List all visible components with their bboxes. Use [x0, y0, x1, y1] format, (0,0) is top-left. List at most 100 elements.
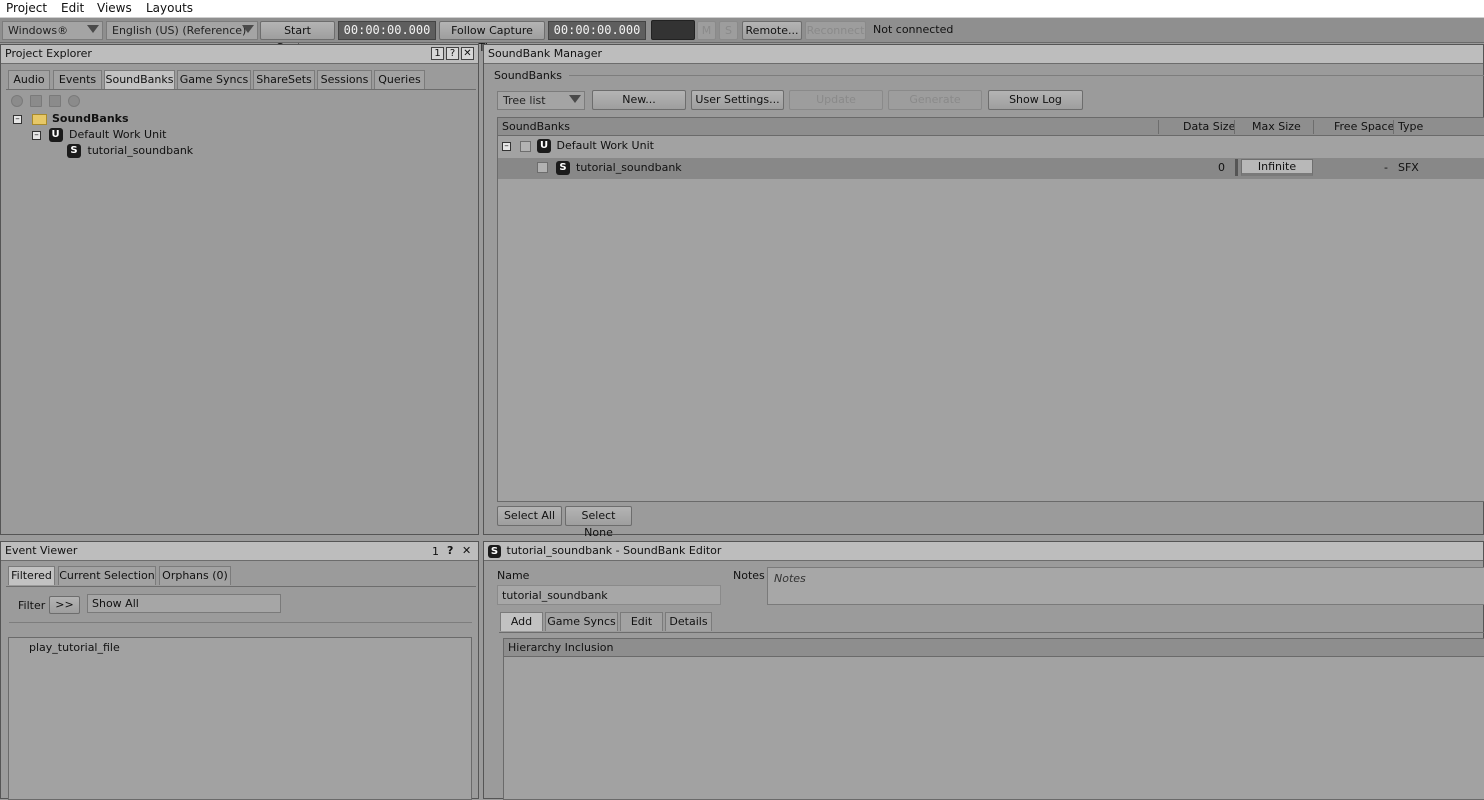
collapse-icon[interactable]: – — [502, 141, 511, 151]
platform-select[interactable]: Windows® — [2, 21, 103, 40]
event-viewer-panel: Event Viewer 1 ? ✕ Filtered Current Sele… — [0, 541, 479, 800]
tree-work-unit-label: Default Work Unit — [69, 128, 167, 141]
add-folder-icon[interactable] — [30, 95, 42, 107]
table-row[interactable]: S tutorial_soundbank 0 Infinite - SFX — [498, 158, 1484, 179]
filter-input[interactable]: Show All — [87, 594, 281, 613]
notes-field[interactable]: Notes — [767, 567, 1484, 605]
tab-add[interactable]: Add — [500, 612, 543, 631]
tab-edit[interactable]: Edit — [620, 612, 663, 631]
soundbank-editor-panel: S tutorial_soundbank - SoundBank Editor … — [483, 541, 1484, 800]
row-data-size: 0 — [1218, 161, 1225, 174]
chevron-down-icon — [569, 95, 581, 103]
capture-timer: 00:00:00.000 — [338, 21, 436, 40]
col-max-size[interactable]: Max Size — [1252, 118, 1301, 136]
tab-soundbanks[interactable]: SoundBanks — [104, 70, 175, 89]
col-type[interactable]: Type — [1398, 118, 1423, 136]
help-icon[interactable]: ? — [446, 47, 459, 60]
menu-edit[interactable]: Edit — [61, 1, 84, 15]
panel-title: SoundBank Manager — [488, 47, 602, 60]
collapse-icon[interactable]: – — [32, 130, 41, 140]
add-item-icon[interactable] — [49, 95, 61, 107]
show-log-button[interactable]: Show Log — [988, 90, 1083, 110]
toolbar: Windows® English (US) (Reference) Start … — [0, 18, 1484, 54]
platform-value: Windows® — [8, 24, 69, 37]
help-icon[interactable]: ? — [447, 544, 453, 557]
event-viewer-title: Event Viewer — [1, 542, 478, 561]
update-button[interactable]: Update — [789, 90, 883, 110]
size-gauge — [1235, 159, 1238, 176]
tree-root[interactable]: – SoundBanks — [13, 111, 129, 127]
col-soundbanks[interactable]: SoundBanks — [502, 118, 570, 136]
new-button[interactable]: New... — [592, 90, 686, 110]
tab-filtered[interactable]: Filtered — [8, 566, 55, 585]
soundbank-icon: S — [488, 544, 501, 558]
tab-queries[interactable]: Queries — [374, 70, 425, 89]
list-item[interactable]: play_tutorial_file — [29, 641, 120, 654]
tab-events[interactable]: Events — [53, 70, 102, 89]
mute-button[interactable]: M — [697, 21, 716, 40]
row-name: Default Work Unit — [556, 139, 654, 152]
editor-tabs: Add Game Syncs Edit Details — [499, 612, 1484, 633]
panel-title: Project Explorer — [5, 47, 92, 60]
max-size-field[interactable]: Infinite — [1241, 159, 1313, 176]
language-select[interactable]: English (US) (Reference) — [106, 21, 258, 40]
event-viewer-tabs: Filtered Current Selection Orphans (0) — [6, 566, 476, 587]
col-data-size[interactable]: Data Size — [1183, 118, 1235, 136]
menu-bar: Project Edit Views Layouts — [0, 0, 1484, 18]
tab-details[interactable]: Details — [665, 612, 712, 631]
filter-expand-button[interactable]: >> — [49, 596, 80, 614]
start-capture-button[interactable]: Start Capture — [260, 21, 335, 54]
collapse-icon[interactable]: – — [13, 114, 22, 124]
row-checkbox[interactable] — [519, 140, 531, 152]
remote-button[interactable]: Remote... — [742, 21, 802, 40]
soundbank-list: SoundBanks Data Size Max Size Free Space… — [497, 117, 1484, 502]
tab-game-syncs[interactable]: Game Syncs — [545, 612, 618, 631]
project-explorer-panel: Project Explorer 1 ? ✕ Audio Events Soun… — [0, 44, 479, 535]
language-value: English (US) (Reference) — [112, 24, 247, 37]
menu-project[interactable]: Project — [6, 1, 47, 15]
filter-divider — [9, 622, 472, 623]
chevron-down-icon — [242, 25, 254, 33]
hierarchy-inclusion-list: Hierarchy Inclusion — [503, 638, 1484, 800]
name-field[interactable]: tutorial_soundbank — [497, 585, 721, 605]
solo-button[interactable]: S — [719, 21, 738, 40]
column-divider[interactable] — [1234, 120, 1235, 134]
view-mode-select[interactable]: Tree list — [497, 91, 585, 110]
tab-current-selection[interactable]: Current Selection — [58, 566, 156, 585]
event-list: play_tutorial_file — [8, 637, 472, 800]
select-all-button[interactable]: Select All — [497, 506, 562, 526]
tab-audio[interactable]: Audio — [8, 70, 50, 89]
work-unit-icon: U — [48, 128, 63, 142]
close-icon[interactable]: ✕ — [461, 47, 474, 60]
connection-status: Not connected — [873, 23, 954, 36]
project-explorer-tabs: Audio Events SoundBanks Game Syncs Share… — [6, 70, 476, 90]
close-icon[interactable]: ✕ — [462, 544, 471, 557]
tab-sessions[interactable]: Sessions — [317, 70, 372, 89]
pin-icon[interactable]: 1 — [431, 47, 444, 60]
follow-capture-button[interactable]: Follow Capture Time — [439, 21, 545, 54]
meter-display — [651, 20, 695, 40]
soundbank-manager-panel: SoundBank Manager SoundBanks Tree list N… — [483, 44, 1484, 539]
column-divider[interactable] — [1393, 120, 1394, 134]
follow-timer: 00:00:00.000 — [548, 21, 646, 40]
add-unit-icon[interactable] — [11, 95, 23, 107]
generate-button[interactable]: Generate — [888, 90, 982, 110]
select-none-button[interactable]: Select None — [565, 506, 632, 539]
tab-sharesets[interactable]: ShareSets — [253, 70, 315, 89]
hierarchy-header[interactable]: Hierarchy Inclusion — [504, 639, 1484, 657]
pin-icon[interactable]: 1 — [432, 545, 439, 558]
reconnect-button[interactable]: Reconnect — [805, 21, 866, 40]
tab-orphans[interactable]: Orphans (0) — [159, 566, 231, 585]
row-checkbox[interactable] — [537, 162, 548, 173]
table-row[interactable]: – U Default Work Unit — [502, 138, 654, 154]
user-settings-button[interactable]: User Settings... — [691, 90, 784, 110]
add-soundbank-icon[interactable] — [68, 95, 80, 107]
column-divider[interactable] — [1313, 120, 1314, 134]
col-free-space[interactable]: Free Space — [1334, 118, 1394, 136]
menu-views[interactable]: Views — [97, 1, 132, 15]
column-divider[interactable] — [1158, 120, 1159, 134]
menu-layouts[interactable]: Layouts — [146, 1, 193, 15]
tree-work-unit[interactable]: – U Default Work Unit — [32, 127, 166, 143]
tree-soundbank[interactable]: S tutorial_soundbank — [67, 143, 193, 159]
tab-game-syncs[interactable]: Game Syncs — [177, 70, 251, 89]
